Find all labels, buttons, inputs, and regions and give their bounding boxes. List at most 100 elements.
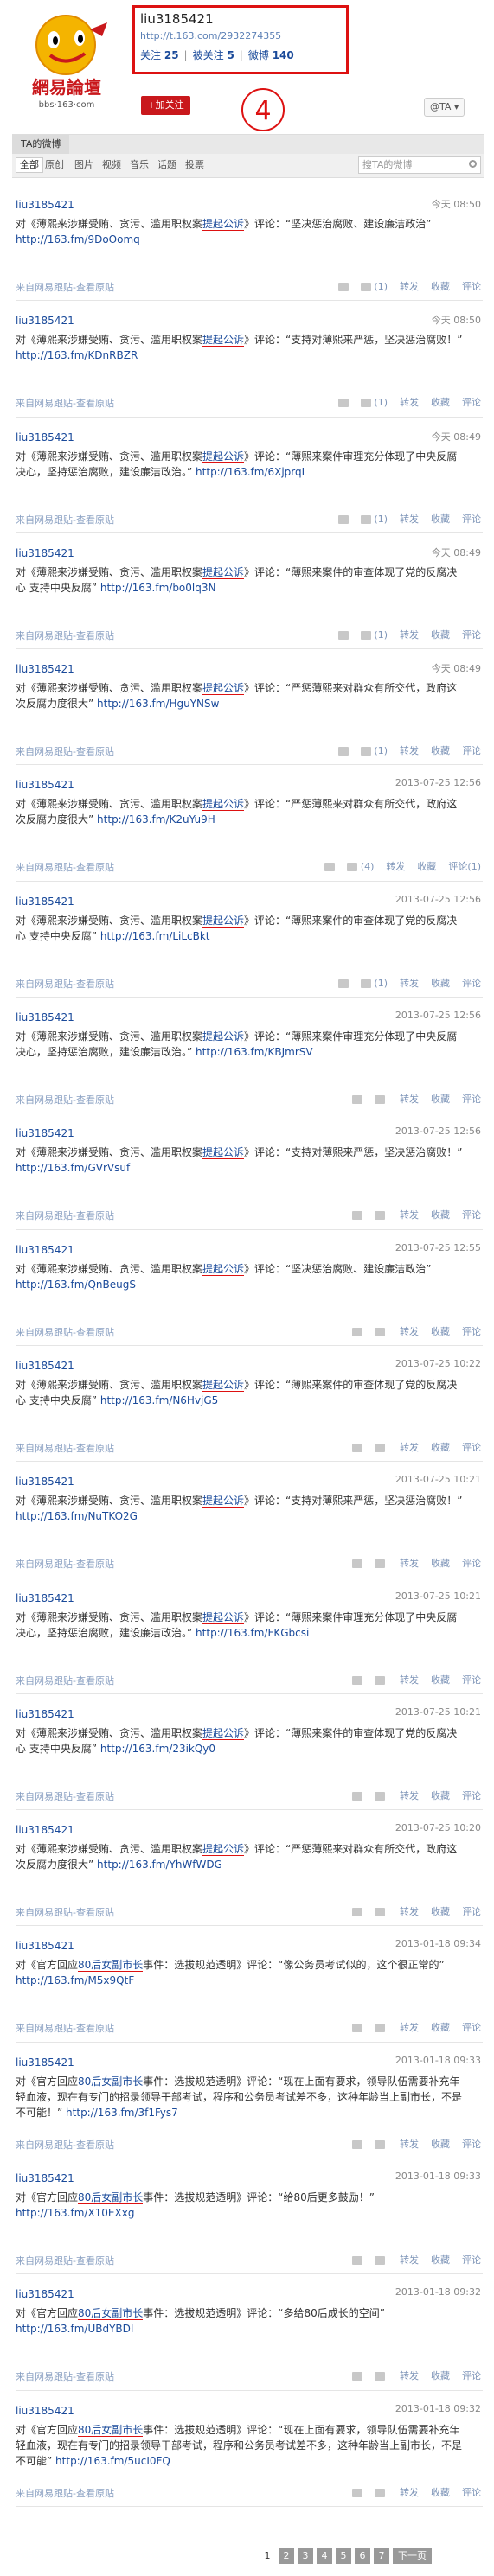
forward-button[interactable]: 转发 bbox=[400, 513, 419, 525]
post-timestamp[interactable]: 2013-07-25 10:20 bbox=[395, 1822, 481, 1833]
post-username[interactable]: liu3185421 bbox=[16, 896, 74, 908]
comment-button[interactable]: 评论 bbox=[462, 629, 481, 641]
comment-button[interactable]: 评论 bbox=[462, 1094, 481, 1105]
post-short-link[interactable]: http://163.fm/bo0lq3N bbox=[100, 582, 216, 594]
like-button[interactable] bbox=[351, 1326, 362, 1337]
post-username[interactable]: liu3185421 bbox=[16, 663, 74, 675]
post-username[interactable]: liu3185421 bbox=[16, 1592, 74, 1604]
like-count-button[interactable] bbox=[374, 2139, 388, 2150]
page-link[interactable]: 4 bbox=[317, 2548, 332, 2564]
post-username[interactable]: liu3185421 bbox=[16, 1244, 74, 1256]
collect-button[interactable]: 收藏 bbox=[431, 745, 450, 756]
collect-button[interactable]: 收藏 bbox=[431, 1790, 450, 1801]
page-link[interactable]: 7 bbox=[374, 2548, 389, 2564]
topic-link[interactable]: 提起公诉 bbox=[202, 1262, 245, 1276]
like-button[interactable] bbox=[351, 1906, 362, 1917]
post-short-link[interactable]: http://163.fm/LiLcBkt bbox=[100, 930, 210, 942]
post-timestamp[interactable]: 2013-01-18 09:32 bbox=[395, 2286, 481, 2298]
like-count-button[interactable]: (1) bbox=[360, 397, 388, 408]
post-timestamp[interactable]: 今天 08:49 bbox=[432, 545, 481, 559]
post-source[interactable]: 来自网易跟贴-查看原贴 bbox=[16, 1208, 114, 1222]
post-timestamp[interactable]: 2013-01-18 09:33 bbox=[395, 2171, 481, 2182]
post-short-link[interactable]: http://163.fm/23ikQy0 bbox=[100, 1743, 215, 1755]
post-username[interactable]: liu3185421 bbox=[16, 1127, 74, 1139]
forward-button[interactable]: 转发 bbox=[400, 2139, 419, 2150]
forward-button[interactable]: 转发 bbox=[400, 1209, 419, 1221]
post-username[interactable]: liu3185421 bbox=[16, 1824, 74, 1836]
filter-original[interactable]: 原创 bbox=[45, 158, 64, 172]
like-button[interactable] bbox=[337, 978, 349, 989]
comment-button[interactable]: 评论 bbox=[462, 1209, 481, 1221]
forward-button[interactable]: 转发 bbox=[400, 2370, 419, 2382]
post-source[interactable]: 来自网易跟贴-查看原贴 bbox=[16, 977, 114, 991]
post-source[interactable]: 来自网易跟贴-查看原贴 bbox=[16, 1441, 114, 1455]
forward-button[interactable]: 转发 bbox=[400, 2487, 419, 2498]
like-button[interactable] bbox=[337, 745, 349, 756]
post-source[interactable]: 来自网易跟贴-查看原贴 bbox=[16, 1674, 114, 1687]
collect-button[interactable]: 收藏 bbox=[431, 1558, 450, 1569]
like-button[interactable] bbox=[337, 513, 349, 525]
like-button[interactable] bbox=[351, 2487, 362, 2498]
like-button[interactable] bbox=[351, 1790, 362, 1801]
profile-name[interactable]: liu3185421 bbox=[140, 10, 341, 28]
tab-ta-weibo[interactable]: TA的微博 bbox=[12, 135, 70, 154]
collect-button[interactable]: 收藏 bbox=[431, 513, 450, 525]
stat-following[interactable]: 关注 25 bbox=[140, 49, 179, 61]
post-username[interactable]: liu3185421 bbox=[16, 779, 74, 791]
comment-button[interactable]: 评论 bbox=[462, 2254, 481, 2266]
like-count-button[interactable]: (4) bbox=[347, 861, 374, 872]
topic-link[interactable]: 提起公诉 bbox=[202, 1495, 245, 1508]
post-short-link[interactable]: http://163.fm/QnBeugS bbox=[16, 1278, 136, 1291]
post-username[interactable]: liu3185421 bbox=[16, 2288, 74, 2300]
topic-link[interactable]: 提起公诉 bbox=[202, 798, 245, 812]
post-timestamp[interactable]: 2013-01-18 09:33 bbox=[395, 2055, 481, 2066]
topic-link[interactable]: 提起公诉 bbox=[202, 1030, 245, 1044]
topic-link[interactable]: 80后女副市长 bbox=[78, 2307, 144, 2321]
post-short-link[interactable]: http://163.fm/K2uYu9H bbox=[97, 813, 215, 826]
collect-button[interactable]: 收藏 bbox=[431, 1674, 450, 1686]
profile-url[interactable]: http://t.163.com/2932274355 bbox=[140, 28, 341, 45]
collect-button[interactable]: 收藏 bbox=[431, 2022, 450, 2033]
post-source[interactable]: 来自网易跟贴-查看原贴 bbox=[16, 1557, 114, 1571]
post-username[interactable]: liu3185421 bbox=[16, 1476, 74, 1488]
comment-button[interactable]: 评论 bbox=[462, 978, 481, 989]
like-count-button[interactable]: (1) bbox=[360, 629, 388, 641]
post-username[interactable]: liu3185421 bbox=[16, 1011, 74, 1023]
collect-button[interactable]: 收藏 bbox=[431, 2139, 450, 2150]
like-button[interactable] bbox=[351, 1558, 362, 1569]
filter-music[interactable]: 音乐 bbox=[130, 158, 149, 172]
like-button[interactable] bbox=[351, 2022, 362, 2033]
topic-link[interactable]: 提起公诉 bbox=[202, 565, 245, 579]
post-short-link[interactable]: http://163.fm/HguYNSw bbox=[97, 698, 219, 710]
follow-button[interactable]: +加关注 bbox=[141, 96, 190, 115]
post-timestamp[interactable]: 2013-07-25 10:21 bbox=[395, 1474, 481, 1485]
like-button[interactable] bbox=[351, 2370, 362, 2382]
post-source[interactable]: 来自网易跟贴-查看原贴 bbox=[16, 2021, 114, 2035]
post-timestamp[interactable]: 2013-07-25 12:56 bbox=[395, 1125, 481, 1137]
comment-button[interactable]: 评论 bbox=[462, 397, 481, 408]
post-timestamp[interactable]: 2013-07-25 10:22 bbox=[395, 1358, 481, 1369]
like-count-button[interactable] bbox=[374, 1906, 388, 1917]
post-short-link[interactable]: http://163.fm/X10EXxg bbox=[16, 2207, 134, 2219]
post-source[interactable]: 来自网易跟贴-查看原贴 bbox=[16, 2138, 114, 2152]
post-short-link[interactable]: http://163.fm/9DoOomq bbox=[16, 233, 140, 245]
post-timestamp[interactable]: 今天 08:50 bbox=[432, 313, 481, 327]
like-count-button[interactable] bbox=[374, 2254, 388, 2266]
forward-button[interactable]: 转发 bbox=[400, 1674, 419, 1686]
post-source[interactable]: 来自网易跟贴-查看原贴 bbox=[16, 628, 114, 642]
collect-button[interactable]: 收藏 bbox=[431, 2254, 450, 2266]
collect-button[interactable]: 收藏 bbox=[431, 629, 450, 641]
forward-button[interactable]: 转发 bbox=[400, 1906, 419, 1917]
like-button[interactable] bbox=[351, 2254, 362, 2266]
topic-link[interactable]: 80后女副市长 bbox=[78, 1959, 144, 1973]
post-source[interactable]: 来自网易跟贴-查看原贴 bbox=[16, 280, 114, 294]
topic-link[interactable]: 80后女副市长 bbox=[78, 2075, 144, 2088]
like-count-button[interactable] bbox=[374, 1674, 388, 1686]
post-username[interactable]: liu3185421 bbox=[16, 2172, 74, 2184]
post-source[interactable]: 来自网易跟贴-查看原贴 bbox=[16, 860, 114, 874]
post-short-link[interactable]: http://163.fm/3f1Fys7 bbox=[66, 2107, 178, 2119]
collect-button[interactable]: 收藏 bbox=[431, 2487, 450, 2498]
comment-button[interactable]: 评论 bbox=[462, 2370, 481, 2382]
topic-link[interactable]: 提起公诉 bbox=[202, 1726, 245, 1740]
post-timestamp[interactable]: 今天 08:49 bbox=[432, 661, 481, 675]
